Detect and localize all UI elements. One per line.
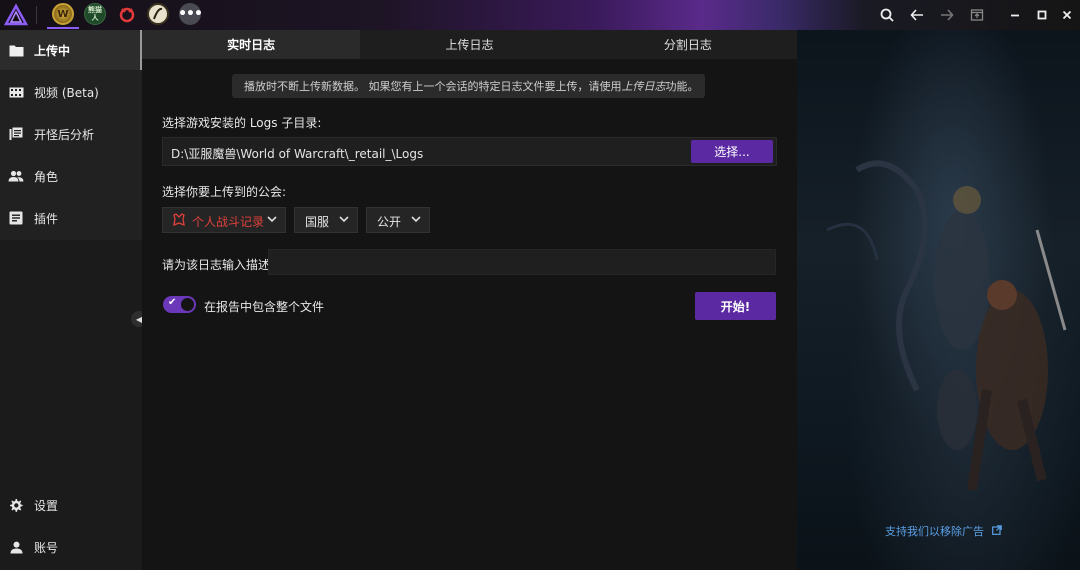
guild-select[interactable]: 个人战斗记录 — [162, 207, 286, 233]
game-icon-4[interactable] — [147, 3, 169, 25]
logs-path-value: D:\亚服魔兽\World of Warcraft\_retail_\Logs — [171, 147, 424, 161]
tab-live-log[interactable]: 实时日志 — [142, 30, 361, 59]
description-input[interactable] — [268, 249, 776, 275]
sidebar-item-label: 上传中 — [34, 43, 71, 58]
folder-icon — [8, 42, 24, 58]
sidebar-item-uploading[interactable]: 上传中 — [0, 30, 142, 70]
person-icon — [8, 539, 24, 555]
divider — [36, 6, 37, 24]
region-select[interactable]: 国服 — [294, 207, 358, 233]
sidebar-item-video[interactable]: 视频 (Beta) — [0, 72, 142, 112]
sidebar-item-settings[interactable]: 设置 — [0, 485, 142, 525]
more-icon[interactable]: ••• — [178, 3, 203, 25]
sidebar: 上传中 视频 (Beta) 开怪后分析 角色 插件 设置 账号 — [0, 30, 142, 570]
forward-icon[interactable] — [932, 0, 962, 30]
region-select-value: 国服 — [305, 215, 330, 229]
info-link-text: 上传日志 — [621, 80, 666, 93]
sidebar-nav: 上传中 视频 (Beta) 开怪后分析 角色 插件 — [0, 30, 142, 240]
back-icon[interactable] — [902, 0, 932, 30]
check-icon: ✔ — [168, 297, 177, 308]
info-text-end: 功能。 — [665, 80, 699, 93]
plugin-icon — [8, 210, 24, 226]
chevron-down-icon — [267, 212, 277, 229]
description-label: 请为该日志输入描述 — [162, 258, 271, 272]
external-link-icon — [991, 525, 1002, 538]
gear-icon — [8, 497, 24, 513]
remove-ads-link-text: 支持我们以移除广告 — [885, 525, 984, 538]
choose-dir-button[interactable]: 选择... — [691, 140, 773, 163]
logs-path-field[interactable]: D:\亚服魔兽\World of Warcraft\_retail_\Logs — [162, 137, 777, 166]
sidebar-item-label: 开怪后分析 — [34, 127, 95, 142]
sidebar-item-label: 角色 — [34, 169, 59, 184]
film-icon — [8, 84, 24, 100]
sidebar-item-label: 插件 — [34, 211, 59, 226]
sidebar-item-characters[interactable]: 角色 — [0, 156, 142, 196]
horde-icon — [172, 213, 186, 230]
logs-dir-label: 选择游戏安装的 Logs 子目录: — [162, 116, 322, 130]
guild-label: 选择你要上传到的公会: — [162, 185, 287, 199]
visibility-select-value: 公开 — [377, 215, 402, 229]
info-banner: 播放时不断上传新数据。 如果您有上一个会话的特定日志文件要上传，请使用 上传日志功… — [232, 74, 705, 98]
tab-bar: 实时日志 上传日志 分割日志 — [142, 30, 797, 59]
title-bar: W 熊猫人 ••• — [0, 0, 1080, 30]
chevron-down-icon — [411, 212, 421, 229]
app-logo-icon[interactable] — [4, 3, 28, 27]
tab-split-log[interactable]: 分割日志 — [579, 30, 797, 59]
window-icon[interactable] — [962, 0, 992, 30]
people-icon — [8, 168, 24, 184]
sidebar-item-label: 设置 — [34, 498, 59, 513]
search-icon[interactable] — [872, 0, 902, 30]
include-file-label: 在报告中包含整个文件 — [204, 300, 325, 314]
close-icon[interactable] — [1052, 0, 1080, 30]
tab-upload-log[interactable]: 上传日志 — [360, 30, 578, 59]
chevron-down-icon — [339, 212, 349, 229]
minimize-icon[interactable] — [1000, 0, 1030, 30]
active-game-indicator — [47, 27, 79, 29]
visibility-select[interactable]: 公开 — [366, 207, 430, 233]
game-icon-2[interactable]: 熊猫人 — [84, 3, 106, 25]
sidebar-item-label: 视频 (Beta) — [34, 85, 99, 100]
toggle-knob — [180, 297, 195, 312]
include-file-toggle[interactable]: ✔ — [163, 296, 196, 313]
list-icon — [8, 126, 24, 142]
sidebar-item-plugins[interactable]: 插件 — [0, 198, 142, 238]
sidebar-item-account[interactable]: 账号 — [0, 527, 142, 567]
sidebar-item-label: 账号 — [34, 540, 59, 555]
info-text: 播放时不断上传新数据。 如果您有上一个会话的特定日志文件要上传，请使用 — [244, 80, 622, 93]
game-icon-3[interactable] — [116, 3, 138, 25]
remove-ads-link[interactable]: 支持我们以移除广告 — [885, 523, 1002, 539]
wow-icon[interactable]: W — [52, 3, 74, 25]
start-button[interactable]: 开始! — [695, 292, 776, 320]
main-panel: 实时日志 上传日志 分割日志 播放时不断上传新数据。 如果您有上一个会话的特定日… — [142, 30, 797, 570]
game-art-banner — [797, 30, 1080, 570]
guild-select-value: 个人战斗记录 — [192, 215, 265, 229]
sidebar-item-analysis[interactable]: 开怪后分析 — [0, 114, 142, 154]
art-illustration — [826, 160, 1067, 491]
